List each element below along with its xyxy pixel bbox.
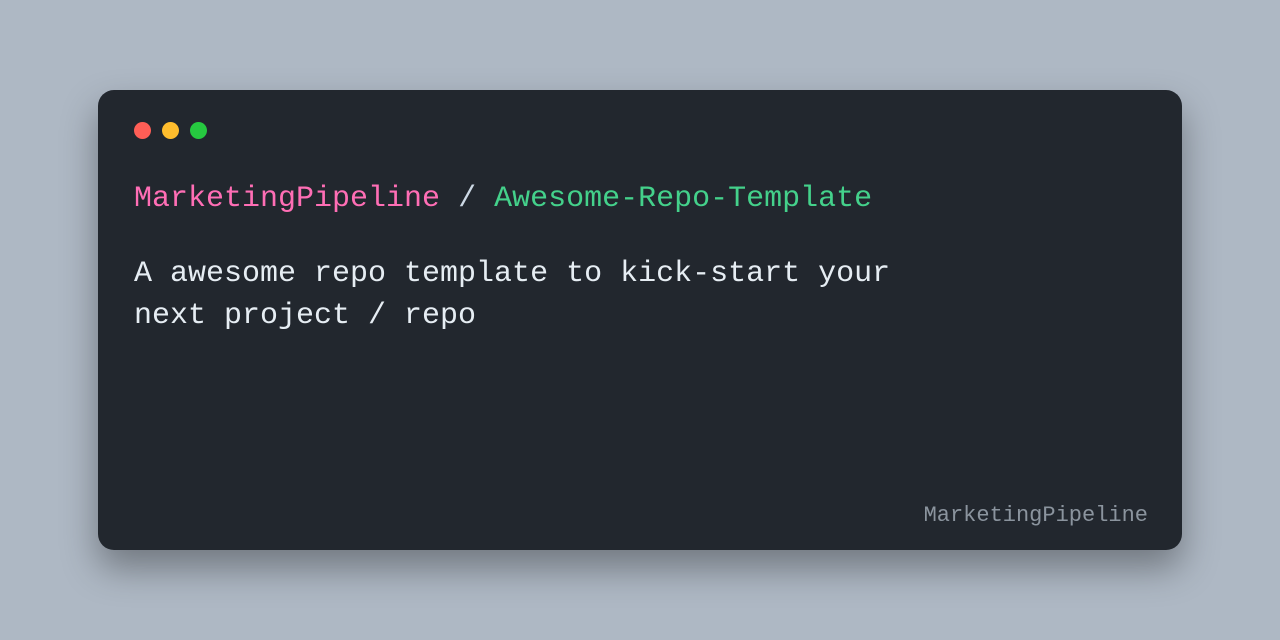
title-separator: /: [440, 182, 494, 216]
close-icon[interactable]: [134, 122, 151, 139]
repo-description: A awesome repo template to kick-start yo…: [134, 253, 1146, 523]
repo-card: MarketingPipeline / Awesome-Repo-Templat…: [98, 90, 1182, 550]
minimize-icon[interactable]: [162, 122, 179, 139]
repo-owner: MarketingPipeline: [134, 182, 440, 216]
watermark: MarketingPipeline: [924, 503, 1148, 528]
window-controls: [134, 122, 1146, 139]
zoom-icon[interactable]: [190, 122, 207, 139]
repo-title: MarketingPipeline / Awesome-Repo-Templat…: [134, 181, 1146, 219]
repo-name: Awesome-Repo-Template: [494, 182, 872, 216]
